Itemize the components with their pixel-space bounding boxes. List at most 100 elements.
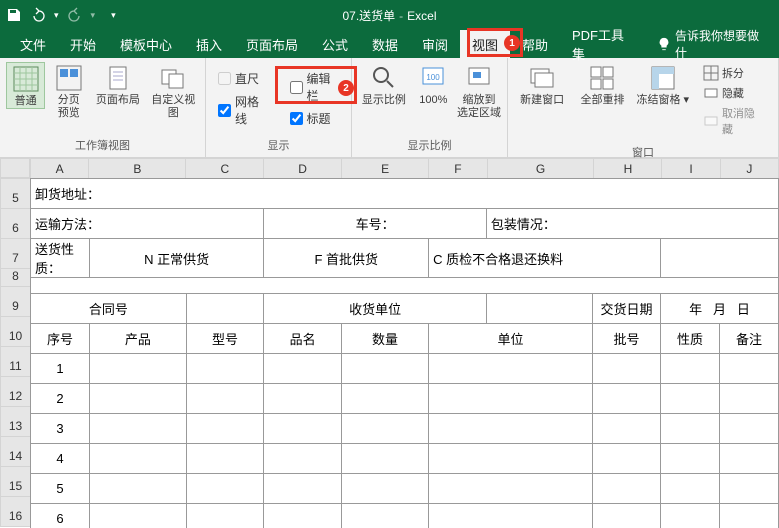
page-break-button[interactable]: 分页 预览 [49, 62, 88, 120]
normal-view-button[interactable]: 普通 [6, 62, 45, 109]
cell [89, 474, 186, 504]
cell: 送货性质： [31, 239, 90, 278]
zoom-100-label: 100% [419, 94, 447, 107]
headings-checkbox[interactable]: 标题 [290, 110, 340, 127]
row-header: 8 [1, 269, 31, 287]
undo-dropdown-icon[interactable]: ▾ [54, 10, 59, 21]
cell: 合同号 [31, 294, 187, 324]
cell: 性质 [661, 324, 720, 354]
qat-customize-icon[interactable]: ▾ [111, 10, 116, 21]
cell [89, 504, 186, 528]
select-all-corner[interactable] [0, 158, 30, 178]
cell [661, 444, 720, 474]
row-header: 12 [1, 377, 31, 407]
zoom-100-button[interactable]: 100 100% [414, 62, 453, 107]
page-layout-button[interactable]: 页面布局 [92, 62, 143, 107]
hide-button[interactable]: 隐藏 [701, 84, 766, 102]
page-break-label: 分页 预览 [58, 94, 80, 120]
cell [592, 354, 660, 384]
tell-me[interactable]: 告诉我你想要做什 [649, 30, 779, 58]
gridlines-checkbox[interactable]: 网格线 [218, 93, 268, 127]
split-icon [703, 65, 719, 81]
unhide-button[interactable]: 取消隐藏 [701, 104, 766, 138]
redo-dropdown-icon[interactable]: ▾ [91, 10, 96, 21]
split-button[interactable]: 拆分 [701, 64, 766, 82]
cell [429, 354, 593, 384]
group-window: 新建窗口 全部重排 冻结窗格 ▾ 拆分 隐藏 取消隐藏 窗口 [508, 58, 779, 157]
tab-view[interactable]: 视图 [460, 30, 510, 58]
callout-1: 1 [504, 35, 520, 51]
col-header: C [186, 159, 264, 179]
cell [186, 474, 264, 504]
cell [89, 354, 186, 384]
cell: 型号 [186, 324, 264, 354]
zoom-icon [370, 64, 398, 92]
zoom-button[interactable]: 显示比例 [358, 62, 410, 107]
tab-file[interactable]: 文件 [8, 30, 58, 58]
cell: 4 [31, 444, 90, 474]
cell: 1 [31, 354, 90, 384]
tab-layout[interactable]: 页面布局 [234, 30, 310, 58]
tab-review[interactable]: 审阅 [410, 30, 460, 58]
gridlines-label: 网格线 [235, 93, 268, 127]
cell [486, 294, 592, 324]
cell [186, 444, 264, 474]
svg-text:100: 100 [427, 73, 441, 82]
cell: 收货单位 [264, 294, 487, 324]
cell: 运输方法： [31, 209, 264, 239]
custom-views-button[interactable]: 自定义视图 [148, 62, 199, 120]
cell [719, 414, 778, 444]
table-row: 4 [31, 444, 779, 474]
grid-cells[interactable]: 卸货地址： 运输方法： 车号： 包装情况： 送货性质： N 正常供货 F 首批供… [30, 178, 779, 528]
window-title: 07.送货单-Excel [342, 7, 436, 24]
worksheet[interactable]: AB CD EF GH IJ 56 78 910 1112 1314 1516 … [0, 158, 779, 528]
cell [341, 504, 428, 528]
headings-label: 标题 [307, 110, 331, 127]
unhide-label: 取消隐藏 [722, 105, 764, 137]
col-header: I [662, 159, 720, 179]
col-header: A [31, 159, 89, 179]
cell: 备注 [719, 324, 778, 354]
cell: 交货日期 [592, 294, 660, 324]
cell [89, 444, 186, 474]
column-headers[interactable]: AB CD EF GH IJ [30, 158, 779, 179]
tab-home[interactable]: 开始 [58, 30, 108, 58]
cell [264, 444, 342, 474]
group-workbook-views-label: 工作簿视图 [0, 135, 205, 157]
cell [661, 239, 779, 278]
row-headers[interactable]: 56 78 910 1112 1314 1516 [0, 178, 31, 527]
formula-bar-checkbox[interactable]: 编辑栏 [290, 70, 340, 104]
arrange-all-button[interactable]: 全部重排 [574, 62, 630, 107]
cell [592, 384, 660, 414]
row-header: 16 [1, 497, 31, 527]
cell [429, 384, 593, 414]
cell: 产品 [89, 324, 186, 354]
cell [661, 504, 720, 528]
cell [31, 278, 779, 294]
redo-icon[interactable] [67, 7, 83, 23]
table-row: 3 [31, 414, 779, 444]
tab-insert[interactable]: 插入 [184, 30, 234, 58]
freeze-panes-button[interactable]: 冻结窗格 ▾ [635, 62, 691, 107]
cell [186, 504, 264, 528]
row-header: 6 [1, 209, 31, 239]
save-icon[interactable] [6, 7, 22, 23]
cell [264, 384, 342, 414]
normal-view-icon [12, 65, 40, 93]
page-layout-label: 页面布局 [96, 94, 140, 107]
cell: 2 [31, 384, 90, 414]
tab-template[interactable]: 模板中心 [108, 30, 184, 58]
cell [341, 414, 428, 444]
tab-pdf[interactable]: PDF工具集 [560, 30, 649, 58]
ruler-checkbox[interactable]: 直尺 [218, 70, 268, 87]
tell-me-label: 告诉我你想要做什 [675, 27, 771, 61]
tab-data[interactable]: 数据 [360, 30, 410, 58]
new-window-button[interactable]: 新建窗口 [514, 62, 570, 107]
zoom-selection-button[interactable]: 缩放到 选定区域 [457, 62, 501, 120]
cell [719, 354, 778, 384]
cell: 3 [31, 414, 90, 444]
cell [719, 444, 778, 474]
undo-icon[interactable] [30, 7, 46, 23]
row-header: 9 [1, 287, 31, 317]
tab-formulas[interactable]: 公式 [310, 30, 360, 58]
